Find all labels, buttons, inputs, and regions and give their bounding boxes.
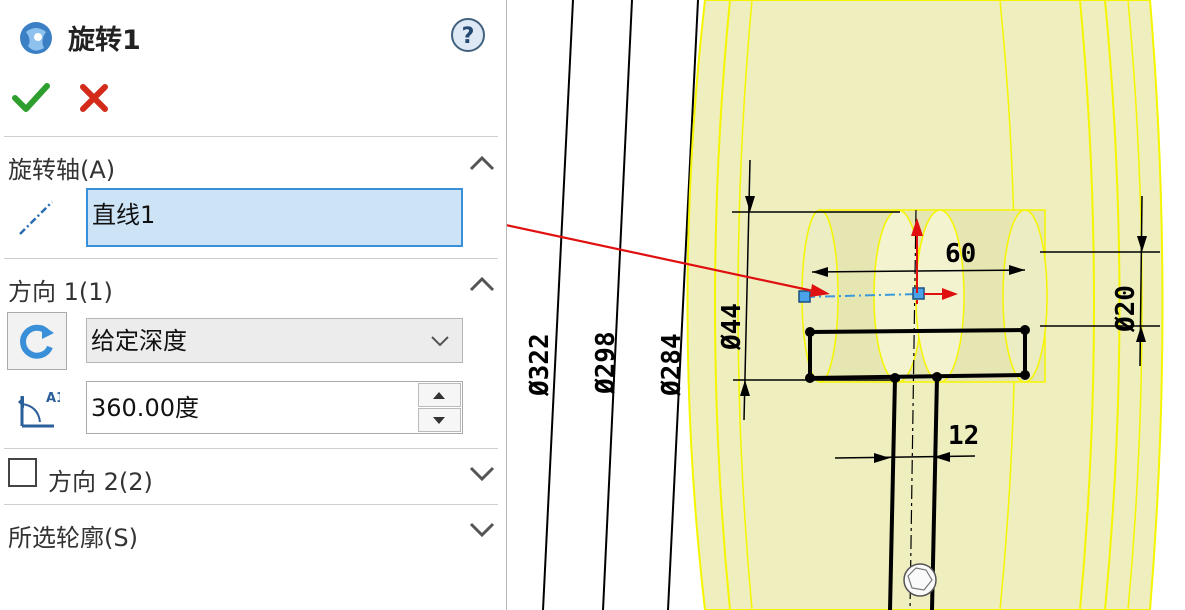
reverse-direction-button[interactable]	[7, 312, 67, 370]
feature-title: 旋转1	[68, 25, 141, 56]
angle-spin-down[interactable]	[418, 408, 461, 432]
axis-endpoint[interactable]	[912, 287, 925, 300]
graphics-viewport[interactable]: Ø322 Ø298 Ø284 Ø44 Ø20 60 12	[507, 0, 1185, 610]
direction2-checkbox[interactable]	[8, 458, 37, 487]
chevron-down-icon	[431, 336, 449, 347]
angle-input[interactable]: 360.00度	[86, 381, 463, 434]
dim-d322[interactable]: Ø322	[525, 333, 555, 397]
axis-selection-box[interactable]: 直线1	[86, 188, 463, 247]
divider	[4, 258, 498, 259]
dim-d298[interactable]: Ø298	[591, 331, 621, 395]
axis-line-icon	[19, 201, 53, 235]
chevron-down-icon[interactable]	[468, 519, 496, 539]
end-condition-value: 给定深度	[91, 327, 187, 355]
property-manager: 旋转1 ? 旋转轴(A) 直线1 方向 1(1) 给定深度 A 360.00度 …	[0, 0, 507, 610]
direction1-section-title[interactable]: 方向 1(1)	[8, 272, 113, 307]
dim-12[interactable]: 12	[948, 421, 979, 451]
help-icon[interactable]: ?	[450, 17, 486, 53]
angle-value: 360.00度	[91, 394, 199, 422]
sketch-canvas[interactable]: Ø322 Ø298 Ø284 Ø44 Ø20 60 12	[507, 0, 1185, 610]
cancel-button[interactable]	[78, 82, 110, 114]
divider	[4, 504, 498, 505]
arrow-down-icon	[433, 417, 445, 424]
dim-d284[interactable]: Ø284	[657, 333, 687, 397]
chevron-up-icon[interactable]	[468, 274, 496, 294]
revolve-icon	[20, 22, 52, 54]
arrow-up-icon	[433, 392, 445, 399]
axis-endpoint[interactable]	[798, 290, 811, 303]
angle-spin-up[interactable]	[418, 383, 461, 407]
chevron-up-icon[interactable]	[468, 153, 496, 173]
rotate-cursor-icon	[903, 563, 937, 597]
revolved-body-preview	[686, 0, 1164, 610]
contours-section-title[interactable]: 所选轮廓(S)	[8, 518, 138, 553]
dim-60[interactable]: 60	[945, 239, 976, 269]
reverse-direction-icon	[20, 324, 54, 359]
divider	[4, 136, 498, 137]
axis-section-title[interactable]: 旋转轴(A)	[8, 150, 115, 185]
svg-text:?: ?	[462, 24, 475, 49]
ok-button[interactable]	[12, 80, 50, 114]
dim-d20[interactable]: Ø20	[1111, 285, 1141, 333]
direction2-section-title[interactable]: 方向 2(2)	[48, 462, 153, 497]
dim-d44[interactable]: Ø44	[717, 303, 747, 351]
svg-text:A1: A1	[46, 391, 60, 406]
chevron-down-icon[interactable]	[468, 463, 496, 483]
angle-icon: A1	[18, 391, 60, 428]
end-condition-select[interactable]: 给定深度	[86, 318, 463, 363]
divider	[4, 448, 498, 449]
